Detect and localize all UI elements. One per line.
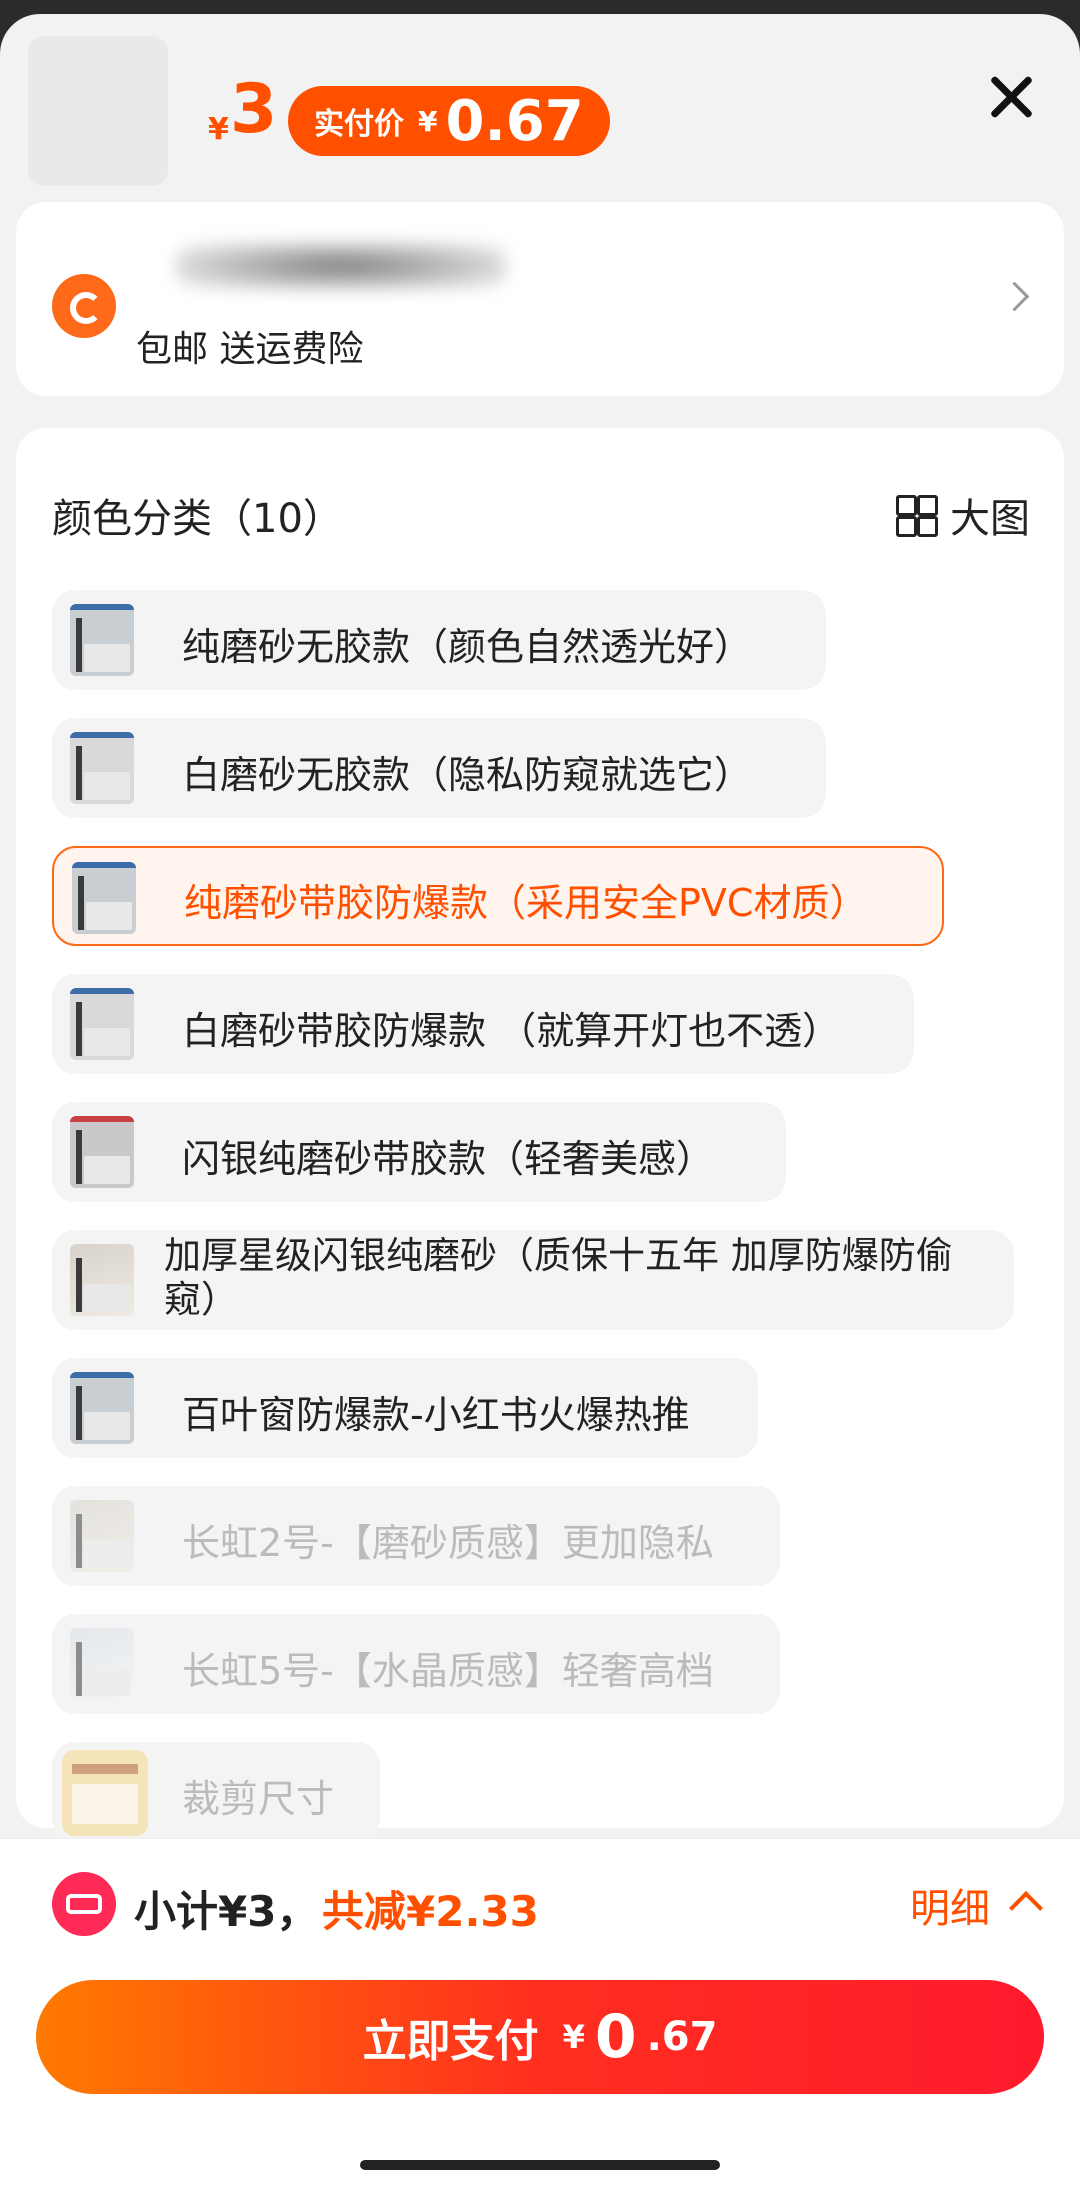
- price-currency: ¥: [208, 112, 229, 147]
- shop-name-redacted: [176, 242, 506, 290]
- variant-option[interactable]: 白磨砂无胶款（隐私防窥就选它）: [52, 718, 826, 818]
- variant-label: 纯磨砂无胶款（颜色自然透光好）: [182, 625, 753, 669]
- variant-thumbnail: [72, 862, 136, 934]
- variant-label: 长虹2号-【磨砂质感】更加隐私: [182, 1521, 714, 1565]
- paid-price-currency: ¥: [418, 104, 438, 138]
- variant-option-disabled[interactable]: 裁剪尺寸: [52, 1742, 380, 1842]
- shop-card[interactable]: 包邮 送运费险: [16, 202, 1064, 396]
- variant-label: 裁剪尺寸: [182, 1777, 335, 1821]
- grid-view-icon: [896, 495, 938, 537]
- variant-label: 白磨砂带胶防爆款 （就算开灯也不透）: [182, 1009, 841, 1053]
- shipping-info: 包邮 送运费险: [136, 329, 364, 370]
- close-icon[interactable]: [986, 72, 1036, 122]
- big-view-label: 大图: [950, 496, 1030, 542]
- variant-option[interactable]: 闪银纯磨砂带胶款（轻奢美感）: [52, 1102, 786, 1202]
- variant-thumbnail: [70, 732, 134, 804]
- variant-thumbnail: [62, 1750, 148, 1836]
- variant-thumbnail: [70, 988, 134, 1060]
- paid-price-label: 实付价: [314, 107, 404, 142]
- subtotal-text: 小计¥3，: [134, 1887, 319, 1936]
- detail-button[interactable]: 明细: [910, 1876, 990, 1934]
- coupon-icon: [52, 1872, 116, 1936]
- pay-amount-int: 0: [594, 2002, 637, 2072]
- variant-option[interactable]: 白磨砂带胶防爆款 （就算开灯也不透）: [52, 974, 914, 1074]
- pay-currency: ¥: [562, 2018, 585, 2056]
- variant-label: 纯磨砂带胶防爆款（采用安全PVC材质）: [184, 881, 868, 925]
- variant-label: 白磨砂无胶款（隐私防窥就选它）: [182, 753, 753, 797]
- variant-section-title: 颜色分类（10）: [52, 496, 343, 542]
- variant-thumbnail: [70, 1244, 134, 1316]
- paid-price-pill: 实付价 ¥ 0.67: [288, 86, 610, 156]
- variant-label: 加厚星级闪银纯磨砂（质保十五年 加厚防爆防偷窥）: [164, 1234, 953, 1321]
- variant-option[interactable]: 百叶窗防爆款-小红书火爆热推: [52, 1358, 758, 1458]
- variant-thumbnail: [70, 604, 134, 676]
- shop-logo-icon: [52, 274, 116, 338]
- variant-option-selected[interactable]: 纯磨砂带胶防爆款（采用安全PVC材质）: [52, 846, 944, 946]
- variant-thumbnail: [70, 1628, 134, 1700]
- price-value: 3: [230, 70, 278, 149]
- big-view-button[interactable]: 大图: [896, 486, 1030, 544]
- variant-option-disabled[interactable]: 长虹2号-【磨砂质感】更加隐私: [52, 1486, 780, 1586]
- discount-text: 共减¥2.33: [322, 1887, 539, 1936]
- variant-option-disabled[interactable]: 长虹5号-【水晶质感】轻奢高档: [52, 1614, 780, 1714]
- variant-option[interactable]: 纯磨砂无胶款（颜色自然透光好）: [52, 590, 826, 690]
- paid-price-amount: 0.67: [445, 88, 584, 154]
- variant-thumbnail: [70, 1116, 134, 1188]
- pay-amount-dec: .67: [646, 2014, 718, 2060]
- variant-label: 百叶窗防爆款-小红书火爆热推: [182, 1393, 690, 1437]
- product-thumbnail[interactable]: [28, 36, 168, 186]
- variant-label: 闪银纯磨砂带胶款（轻奢美感）: [182, 1137, 715, 1181]
- variant-thumbnail: [70, 1500, 134, 1572]
- pay-now-label: 立即支付: [362, 2016, 539, 2067]
- home-indicator[interactable]: [360, 2160, 720, 2170]
- variant-thumbnail: [70, 1372, 134, 1444]
- pay-now-button[interactable]: 立即支付 ¥ 0 .67: [36, 1980, 1044, 2094]
- variant-label: 长虹5号-【水晶质感】轻奢高档: [182, 1649, 714, 1693]
- variant-option[interactable]: 加厚星级闪银纯磨砂（质保十五年 加厚防爆防偷窥）: [52, 1230, 1014, 1330]
